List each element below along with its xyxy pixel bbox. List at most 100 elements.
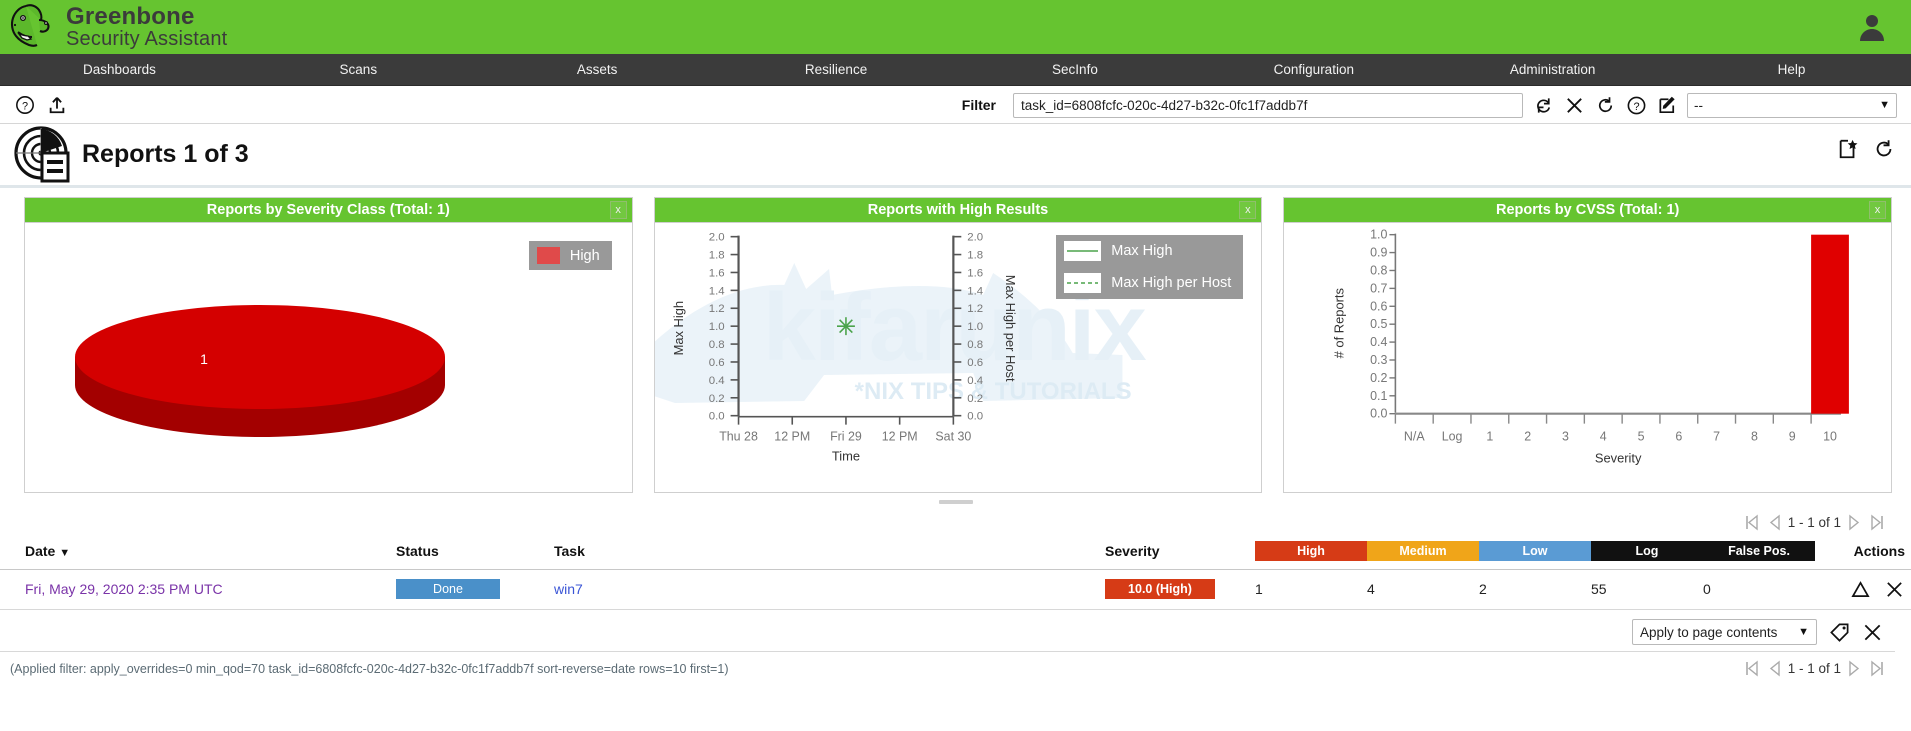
x-tick-label: 10 xyxy=(1823,430,1837,444)
refresh-page-icon[interactable] xyxy=(1873,138,1895,160)
upload-import-icon[interactable] xyxy=(46,94,68,116)
cell-task: win7 xyxy=(554,569,1105,610)
x-tick-label: Thu 28 xyxy=(719,430,758,444)
y-tick-label: 0.4 xyxy=(1370,335,1387,349)
legend-swatch-icon xyxy=(536,247,560,264)
data-point-marker xyxy=(836,317,855,336)
svg-text:2.0: 2.0 xyxy=(708,232,724,244)
column-header-date[interactable]: Date ▼ xyxy=(0,535,396,570)
previous-page-icon[interactable] xyxy=(1766,660,1783,677)
column-label: Medium xyxy=(1367,541,1479,561)
delete-report-icon[interactable] xyxy=(1883,578,1905,600)
add-tag-icon[interactable] xyxy=(1828,621,1850,643)
legend-item-max-high[interactable]: Max High xyxy=(1056,235,1243,267)
filter-input[interactable] xyxy=(1013,92,1523,118)
svg-text:0.2: 0.2 xyxy=(967,393,983,405)
close-panel-icon[interactable]: x xyxy=(1239,201,1257,219)
user-account-icon[interactable] xyxy=(1855,10,1889,44)
x-tick-label: Log xyxy=(1442,430,1463,444)
bar-cvss-10[interactable] xyxy=(1811,234,1850,414)
edit-filter-icon[interactable] xyxy=(1656,94,1678,116)
svg-text:0.2: 0.2 xyxy=(708,393,724,405)
column-header-low[interactable]: Low xyxy=(1479,535,1591,570)
close-panel-icon[interactable]: x xyxy=(609,201,627,219)
help-question-icon[interactable]: ? xyxy=(14,94,36,116)
new-report-icon[interactable] xyxy=(1837,138,1859,160)
sort-descending-icon: ▼ xyxy=(59,547,71,559)
first-page-icon[interactable] xyxy=(1744,660,1761,677)
column-header-log[interactable]: Log xyxy=(1591,535,1703,570)
nav-item-dashboards[interactable]: Dashboards xyxy=(0,54,239,85)
nav-item-help[interactable]: Help xyxy=(1672,54,1911,85)
table-row: Fri, May 29, 2020 2:35 PM UTC Done win7 … xyxy=(0,569,1911,610)
nav-item-secinfo[interactable]: SecInfo xyxy=(956,54,1195,85)
column-header-actions: Actions xyxy=(1815,535,1911,570)
apply-scope-value: Apply to page contents xyxy=(1640,624,1778,640)
pagination-range: 1 - 1 of 1 xyxy=(1787,661,1841,676)
delta-report-icon[interactable] xyxy=(1849,578,1871,600)
nav-label: Assets xyxy=(576,62,618,77)
column-header-high[interactable]: High xyxy=(1255,535,1367,570)
column-header-task[interactable]: Task xyxy=(554,535,1105,570)
saved-filter-value: -- xyxy=(1694,97,1703,113)
panel-title: Reports by Severity Class (Total: 1) xyxy=(206,202,450,218)
svg-text:1.0: 1.0 xyxy=(967,321,983,333)
svg-text:1.4: 1.4 xyxy=(708,285,725,297)
filter-help-icon[interactable]: ? xyxy=(1625,94,1647,116)
next-page-icon[interactable] xyxy=(1846,660,1863,677)
legend-dashed-line-icon xyxy=(1064,273,1102,293)
legend-item-max-high-per-host[interactable]: Max High per Host xyxy=(1056,267,1243,299)
x-tick-label: 5 xyxy=(1638,430,1645,444)
apply-scope-select[interactable]: Apply to page contents ▼ xyxy=(1632,619,1817,645)
last-page-icon[interactable] xyxy=(1868,514,1885,531)
y-tick-label: 0.6 xyxy=(1370,299,1387,313)
reports-table: Date ▼ Status Task Severity High Medium … xyxy=(0,535,1911,610)
column-header-severity[interactable]: Severity xyxy=(1105,535,1255,570)
next-page-icon[interactable] xyxy=(1846,514,1863,531)
previous-page-icon[interactable] xyxy=(1766,514,1783,531)
y-axis-label-right: Max High per Host xyxy=(1003,275,1018,382)
column-header-false-pos[interactable]: False Pos. xyxy=(1703,535,1815,570)
svg-text:1.8: 1.8 xyxy=(708,250,724,262)
restore-default-filter-icon[interactable] xyxy=(1594,94,1616,116)
dragon-head-logo-icon xyxy=(6,2,60,52)
severity-badge: 10.0 (High) xyxy=(1105,579,1215,599)
pagination-bottom: 1 - 1 of 1 xyxy=(1744,656,1885,681)
svg-text:0.8: 0.8 xyxy=(708,339,724,351)
delete-selected-icon[interactable] xyxy=(1861,621,1883,643)
legend-solid-line-icon xyxy=(1064,241,1102,261)
x-tick-label: 2 xyxy=(1525,430,1532,444)
nav-item-assets[interactable]: Assets xyxy=(478,54,717,85)
close-panel-icon[interactable]: x xyxy=(1869,201,1887,219)
column-label: Date xyxy=(25,543,56,559)
column-header-status[interactable]: Status xyxy=(396,535,554,570)
x-tick-label: 3 xyxy=(1562,430,1569,444)
brand-logo[interactable]: Greenbone Security Assistant xyxy=(0,2,227,52)
column-header-medium[interactable]: Medium xyxy=(1367,535,1479,570)
nav-item-administration[interactable]: Administration xyxy=(1433,54,1672,85)
y-axis-label: # of Reports xyxy=(1332,288,1347,358)
reset-filter-icon[interactable] xyxy=(1563,94,1585,116)
nav-item-resilience[interactable]: Resilience xyxy=(717,54,956,85)
refresh-filter-icon[interactable] xyxy=(1532,94,1554,116)
svg-text:?: ? xyxy=(1633,100,1639,112)
y-tick-label: 0.3 xyxy=(1370,353,1387,367)
svg-text:1.2: 1.2 xyxy=(967,303,983,315)
first-page-icon[interactable] xyxy=(1744,514,1761,531)
saved-filter-select[interactable]: -- ▼ xyxy=(1687,92,1897,118)
task-link[interactable]: win7 xyxy=(554,581,583,597)
nav-item-scans[interactable]: Scans xyxy=(239,54,478,85)
report-date-link[interactable]: Fri, May 29, 2020 2:35 PM UTC xyxy=(25,581,223,597)
cell-medium: 4 xyxy=(1367,569,1479,610)
last-page-icon[interactable] xyxy=(1868,660,1885,677)
nav-label: Scans xyxy=(339,62,378,77)
column-label: Task xyxy=(554,543,585,559)
legend-label: Max High per Host xyxy=(1111,275,1232,291)
nav-label: Help xyxy=(1777,62,1806,77)
legend-item-high[interactable]: High xyxy=(529,241,612,270)
footer-applied-filter: (Applied filter: apply_overrides=0 min_q… xyxy=(0,651,1895,681)
bar-chart-cvss: 1.0 0.9 0.8 0.7 0.6 0.5 0.4 0.3 0.2 0.1 … xyxy=(1332,228,1850,465)
column-label: High xyxy=(1255,541,1367,561)
nav-item-configuration[interactable]: Configuration xyxy=(1194,54,1433,85)
dashboard-resize-handle[interactable] xyxy=(0,500,1911,504)
